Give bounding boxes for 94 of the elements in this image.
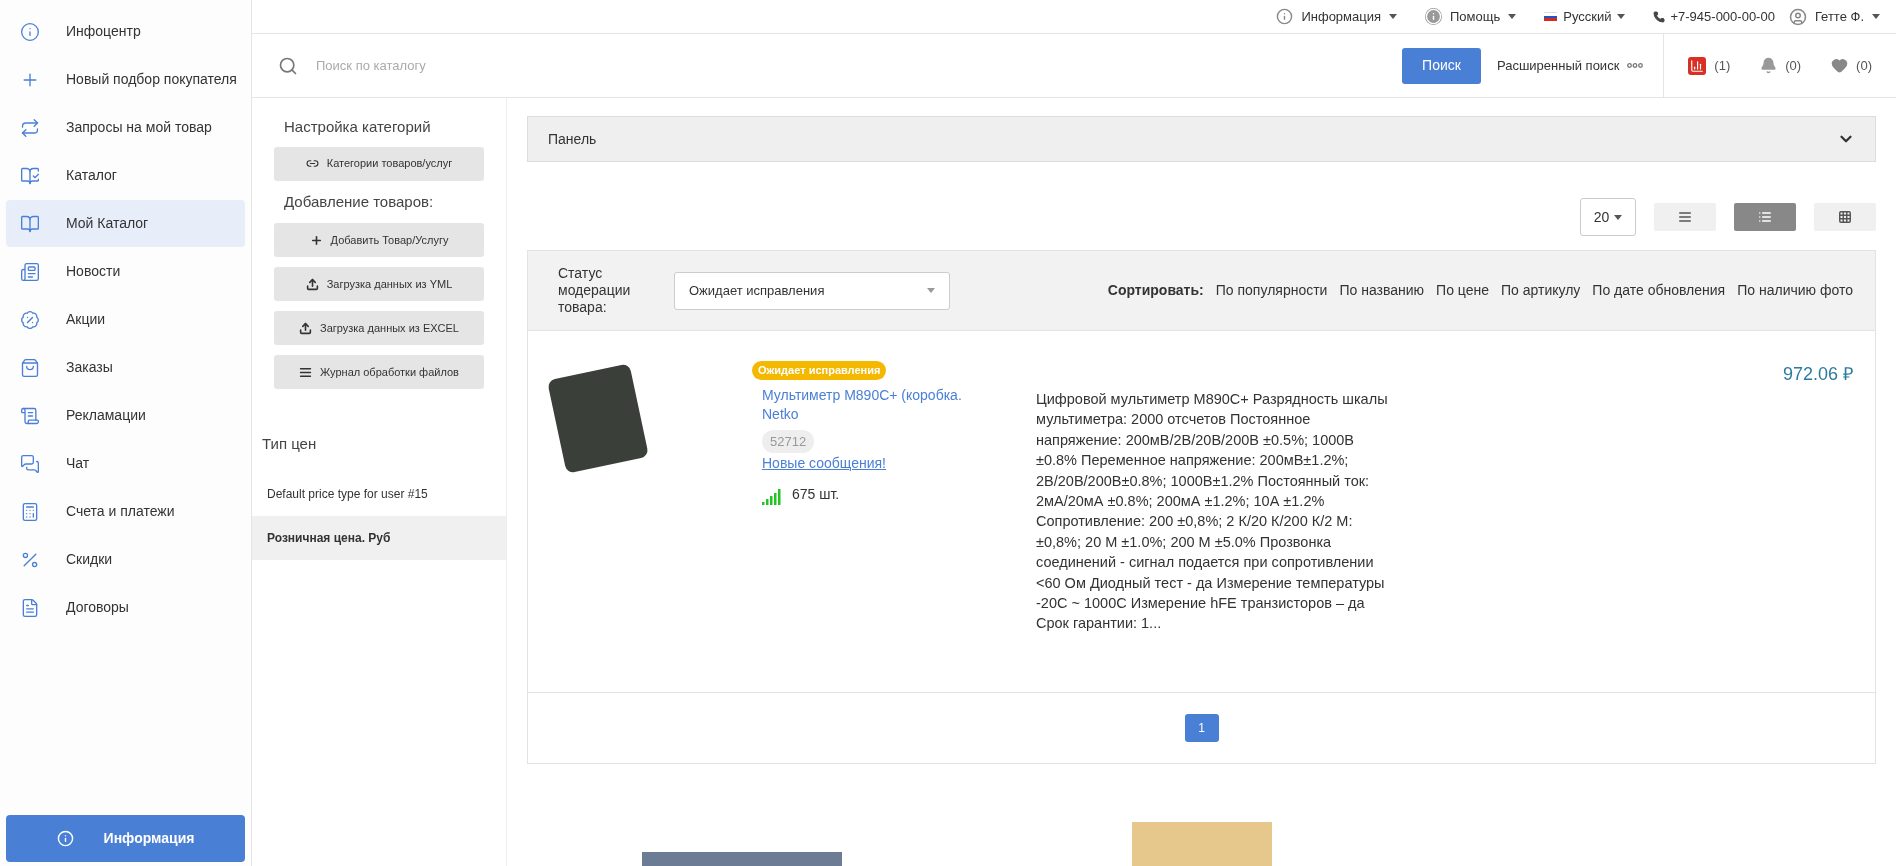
- categories-button[interactable]: Категории товаров/услуг: [274, 146, 484, 181]
- sidebar-item[interactable]: Инфоцентр: [6, 8, 245, 55]
- language-menu[interactable]: Русский: [1544, 6, 1626, 27]
- user-icon: [1788, 7, 1807, 26]
- user-menu[interactable]: Гетте Ф.: [1788, 6, 1880, 27]
- link-icon: [305, 157, 319, 170]
- scroll-icon: [20, 405, 40, 426]
- page-button[interactable]: 1: [1184, 714, 1219, 742]
- list-icon: [299, 365, 313, 379]
- action-button[interactable]: Добавить Товар/Услугу: [274, 223, 484, 257]
- sidebar-item[interactable]: Заказы: [6, 344, 245, 391]
- search-icon: [278, 55, 298, 76]
- action-button[interactable]: Журнал обработки файлов: [274, 355, 484, 389]
- upload-icon: [305, 277, 319, 291]
- document-icon: [20, 597, 40, 618]
- action-button[interactable]: Загрузка данных из YML: [274, 267, 484, 301]
- caret-icon: [927, 288, 935, 293]
- sidebar-item[interactable]: Счета и платежи: [6, 488, 245, 535]
- sort-option[interactable]: По наличию фото: [1737, 280, 1853, 301]
- info-button[interactable]: Информация: [6, 815, 245, 862]
- arrows-icon: [20, 117, 40, 138]
- action-button[interactable]: Загрузка данных из EXCEL: [274, 311, 484, 345]
- view-mode-button[interactable]: [1734, 203, 1796, 231]
- notifications-link[interactable]: (0): [1760, 55, 1802, 76]
- bell-icon: [1760, 57, 1778, 74]
- newspaper-icon: [20, 261, 40, 282]
- more-icon: [1627, 63, 1644, 68]
- sidebar-item[interactable]: Акции: [6, 296, 245, 343]
- sidebar-item[interactable]: Договоры: [6, 584, 245, 631]
- product-title[interactable]: Мультиметр M890C+ (коробка. Netko: [762, 385, 962, 424]
- chart-icon: [1688, 56, 1707, 75]
- info-menu[interactable]: Информация: [1276, 6, 1397, 27]
- book-icon: [20, 165, 40, 186]
- info-icon: [56, 830, 74, 847]
- sort-option[interactable]: По артикулу: [1500, 280, 1581, 301]
- sidebar-item[interactable]: Новый подбор покупателя: [6, 56, 245, 103]
- chat-icon: [20, 453, 40, 474]
- section-title: Настройка категорий: [283, 117, 432, 137]
- sidebar-item[interactable]: Запросы на мой товар: [6, 104, 245, 151]
- sidebar-item[interactable]: Чат: [6, 440, 245, 487]
- upload-icon: [299, 321, 312, 335]
- signal-icon: [762, 489, 782, 505]
- search-button[interactable]: Поиск: [1402, 47, 1481, 84]
- stock-count: 675 шт.: [792, 485, 840, 504]
- bag-icon: [20, 357, 40, 378]
- per-page-select[interactable]: 20: [1580, 198, 1636, 236]
- sort-label: Сортировать:: [1107, 281, 1204, 300]
- price-type-item[interactable]: Розничная цена. Руб: [252, 515, 506, 560]
- plus-icon: [309, 233, 323, 247]
- view-mode-button[interactable]: [1654, 203, 1716, 231]
- list-icon: [1758, 210, 1772, 224]
- caret-icon: [1508, 14, 1517, 19]
- section-title: Добавление товаров:: [283, 191, 435, 212]
- sort-option[interactable]: По цене: [1436, 280, 1489, 301]
- grid-icon: [1838, 210, 1852, 224]
- sort-option[interactable]: По популярности: [1215, 280, 1328, 301]
- percent-badge-icon: [20, 309, 40, 330]
- sidebar-item[interactable]: Мой Каталог: [6, 200, 245, 247]
- caret-icon: [1617, 14, 1626, 19]
- price-type-item[interactable]: Default price type for user #15: [252, 471, 506, 516]
- sort-option[interactable]: По дате обновления: [1592, 280, 1726, 301]
- status-select[interactable]: Ожидает исправления: [674, 271, 950, 310]
- help-menu[interactable]: Помощь: [1425, 6, 1517, 27]
- phone-icon: [1653, 10, 1666, 23]
- info-icon: [1276, 8, 1294, 25]
- compare-link[interactable]: (1): [1688, 55, 1731, 76]
- messages-link[interactable]: Новые сообщения!: [762, 453, 886, 474]
- section-title: Тип цен: [261, 434, 318, 454]
- panel-header[interactable]: Панель: [527, 116, 1876, 162]
- phone-link[interactable]: +7-945-000-00-00: [1653, 6, 1775, 27]
- sidebar-item[interactable]: Скидки: [6, 536, 245, 583]
- product-description: Цифровой мультиметр M890C+ Разрядность шкалы мультиметра: 2000 отсчетов Постоянное напряжение: 200мВ/2В/20В/200В ±0.5%; 1000В ±0.8% Переменное напряжение: 200мВ±1.2%; 2В/20В/200В±0.8%; 1000В±1.2% Постоянный ток: 2мА/20мА ±0.8%; 200мА ±1.2%; 10А ±1.2% Сопротивление: 200 ±0,8%; 2 К/20 К/200 К/2 М: ±0,8%; 20 М ±1.0%; 200 М ±5.0% Прозвонка соединений - сигнал подается при сопротивлении <60 Ом Диодный тест - да Измерение температуры -20С ~ 1000С Измерение hFE транзисторов – да Срок гарантии: 1...: [1036, 390, 1389, 634]
- flag-icon: [1544, 12, 1558, 21]
- product-price: 972.06 ₽: [1782, 363, 1853, 386]
- info-icon: [20, 21, 40, 42]
- sidebar-item[interactable]: Каталог: [6, 152, 245, 199]
- sort-option[interactable]: По названию: [1339, 280, 1425, 301]
- sidebar-item[interactable]: Рекламации: [6, 392, 245, 439]
- sku-tag: 52712: [762, 429, 815, 453]
- view-mode-button[interactable]: [1814, 203, 1876, 231]
- sidebar-item[interactable]: Новости: [6, 248, 245, 295]
- caret-icon: [1389, 14, 1397, 19]
- heart-icon: [1831, 57, 1849, 74]
- calculator-icon: [20, 501, 40, 522]
- filter-label: Статус модерации товара:: [558, 265, 632, 316]
- caret-icon: [1614, 214, 1623, 220]
- advanced-search-link[interactable]: Расширенный поиск: [1496, 55, 1644, 76]
- caret-icon: [1872, 14, 1880, 19]
- lines-icon: [1678, 210, 1692, 224]
- search-field[interactable]: Поиск по каталогу: [316, 50, 1403, 81]
- info-icon: [1425, 8, 1442, 25]
- status-badge: Ожидает исправления: [752, 361, 887, 380]
- favorites-link[interactable]: (0): [1831, 55, 1872, 76]
- open-book-icon: [20, 213, 40, 234]
